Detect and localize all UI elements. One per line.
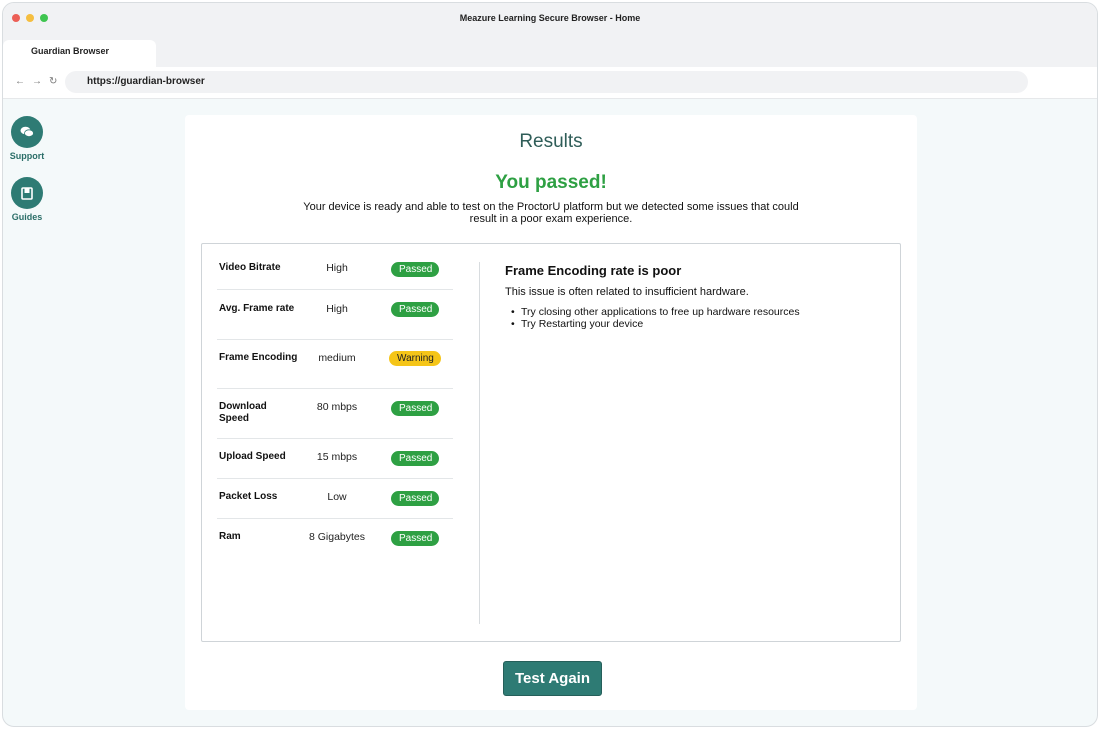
metric-label: Download Speed [219,401,267,424]
browser-window: Meazure Learning Secure Browser - Home G… [2,2,1098,727]
status-badge: Passed [391,262,439,277]
navigation-bar: ← → ↻ https://guardian-browser [3,67,1097,99]
chat-bubbles-icon [11,116,43,148]
results-panel: Video Bitrate High Passed Avg. Frame rat… [201,243,901,642]
status-badge: Passed [391,451,439,466]
metric-value: 8 Gigabytes [308,531,366,543]
title-bar: Meazure Learning Secure Browser - Home G… [3,3,1097,67]
table-row: Video Bitrate High Passed [217,244,453,290]
list-item: Try Restarting your device [505,318,800,330]
panel-divider [479,262,480,624]
issue-description: This issue is often related to insuffici… [505,286,749,298]
book-icon [11,177,43,209]
sidebar-item-guides[interactable]: Guides [7,177,47,222]
pass-description: Your device is ready and able to test on… [303,201,799,225]
metric-value: High [326,262,348,274]
back-arrow-icon[interactable]: ← [15,76,25,87]
metric-value: 80 mbps [316,401,358,413]
status-badge: Passed [391,302,439,317]
metric-value: Low [327,491,347,503]
window-title: Meazure Learning Secure Browser - Home [459,13,641,23]
forward-arrow-icon[interactable]: → [32,76,42,87]
test-again-button[interactable]: Test Again [503,661,602,696]
metric-label: Avg. Frame rate [219,303,295,314]
tab-guardian-browser[interactable]: Guardian Browser [3,40,156,67]
list-item: Try closing other applications to free u… [505,306,800,318]
results-card: Results You passed! Your device is ready… [185,115,917,710]
status-badge: Warning [389,351,441,366]
table-row: Download Speed 80 mbps Passed [217,389,453,439]
status-badge: Passed [391,531,439,546]
sidebar-item-support[interactable]: Support [7,116,47,161]
table-row: Upload Speed 15 mbps Passed [217,439,453,479]
sidebar-item-label: Guides [11,212,43,222]
status-badge: Passed [391,491,439,506]
reload-icon[interactable]: ↻ [49,76,57,87]
table-row: Packet Loss Low Passed [217,479,453,519]
table-row: Avg. Frame rate High Passed [217,290,453,340]
metric-label: Ram [219,531,241,542]
address-bar[interactable]: https://guardian-browser [65,71,1028,93]
metric-label: Upload Speed [219,451,286,462]
metric-label: Frame Encoding [219,352,298,363]
sidebar-item-label: Support [9,151,45,161]
table-row: Frame Encoding medium Warning [217,340,453,389]
metric-value: medium [318,352,356,364]
metric-value: 15 mbps [316,451,358,463]
metric-label: Video Bitrate [219,262,281,273]
page-title: Results [519,131,583,152]
table-row: Ram 8 Gigabytes Passed [217,519,453,559]
issue-tips-list: Try closing other applications to free u… [505,306,800,330]
metric-label: Packet Loss [219,491,278,502]
status-badge: Passed [391,401,439,416]
pass-status-title: You passed! [495,172,607,193]
issue-title: Frame Encoding rate is poor [505,263,682,278]
metric-value: High [326,303,348,315]
